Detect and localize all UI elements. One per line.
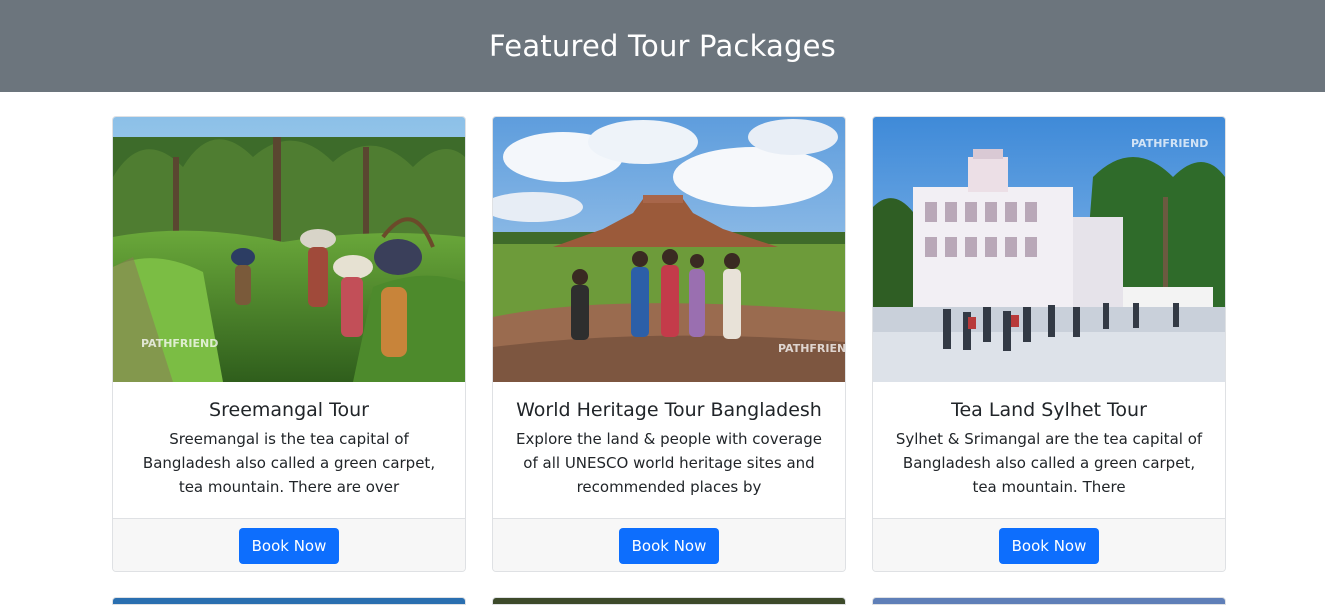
tour-card-body: World Heritage Tour Bangladesh Explore t…: [493, 382, 845, 518]
tour-card-tea-land-sylhet: PATHFRIEND Tea Land Sylhet Tour Sylhet &…: [872, 116, 1226, 572]
tour-card-footer: Book Now: [873, 518, 1225, 571]
tour-title: Sreemangal Tour: [209, 399, 369, 421]
tour-description: Sylhet & Srimangal are the tea capital o…: [895, 430, 1203, 496]
book-now-button[interactable]: Book Now: [998, 528, 1100, 564]
tour-card-body: Tea Land Sylhet Tour Sylhet & Srimangal …: [873, 382, 1225, 518]
tour-card-world-heritage: PATHFRIEND World Heritage Tour Banglades…: [492, 116, 846, 572]
watermark-logo: PATHFRIEND: [1131, 137, 1208, 150]
tour-title: World Heritage Tour Bangladesh: [516, 399, 822, 421]
tour-description: Sreemangal is the tea capital of Banglad…: [142, 430, 436, 496]
book-now-button[interactable]: Book Now: [618, 528, 720, 564]
watermark-logo: PATHFRIEND: [778, 342, 845, 355]
next-tour-card-peek: [492, 597, 846, 605]
tour-image: PATHFRIEND: [873, 117, 1225, 382]
tour-card-footer: Book Now: [113, 518, 465, 571]
tour-card-sreemangal: PATHFRIEND Sreemangal Tour Sreemangal is…: [112, 116, 466, 572]
watermark-logo: PATHFRIEND: [141, 337, 218, 350]
page-header-banner: Featured Tour Packages: [0, 0, 1325, 92]
book-now-button[interactable]: Book Now: [238, 528, 340, 564]
next-tour-card-peek: [872, 597, 1226, 605]
next-tour-card-peek: [112, 597, 466, 605]
tour-image: PATHFRIEND: [113, 117, 465, 382]
tour-description: Explore the land & people with coverage …: [516, 430, 822, 496]
page-title: Featured Tour Packages: [489, 29, 836, 63]
tour-image: PATHFRIEND: [493, 117, 845, 382]
tour-title: Tea Land Sylhet Tour: [951, 399, 1147, 421]
tour-card-footer: Book Now: [493, 518, 845, 571]
tour-card-body: Sreemangal Tour Sreemangal is the tea ca…: [113, 382, 465, 518]
